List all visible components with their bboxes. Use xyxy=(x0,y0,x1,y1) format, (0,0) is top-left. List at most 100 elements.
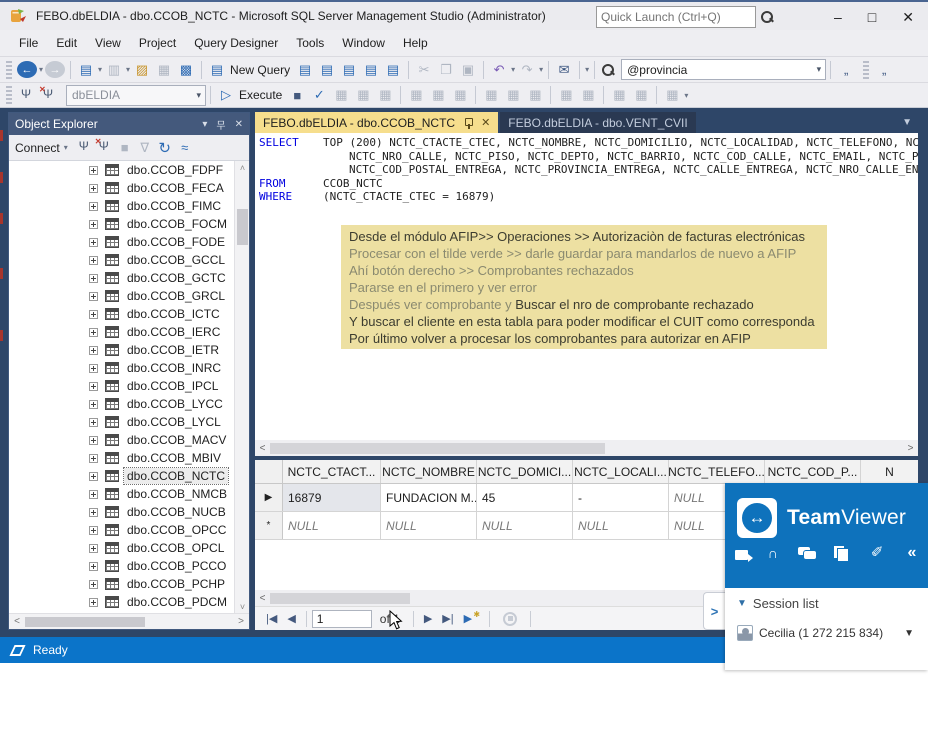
teamviewer-expander[interactable]: > xyxy=(703,592,725,630)
database-engine-query-icon[interactable]: ▤ xyxy=(295,60,315,80)
expand-plus-icon[interactable] xyxy=(89,202,98,211)
menu-tools[interactable]: Tools xyxy=(287,32,333,54)
column-header[interactable]: NCTC_NOMBRE xyxy=(381,460,477,483)
expand-plus-icon[interactable] xyxy=(89,580,98,589)
expand-plus-icon[interactable] xyxy=(89,490,98,499)
toolbar-overflow-icon[interactable]: „ xyxy=(874,60,894,80)
session-dropdown-icon[interactable]: ▼ xyxy=(904,628,914,639)
row-selector[interactable]: ▶ xyxy=(255,484,283,511)
expand-plus-icon[interactable] xyxy=(89,562,98,571)
quick-launch-box[interactable] xyxy=(596,6,756,28)
save-all-icon[interactable]: ▩ xyxy=(176,60,196,80)
paste-icon[interactable]: ▣ xyxy=(458,60,478,80)
pin-icon[interactable] xyxy=(464,117,473,129)
menu-query-designer[interactable]: Query Designer xyxy=(185,32,287,54)
stop-retrieval-button[interactable] xyxy=(503,612,517,626)
minimize-button[interactable]: – xyxy=(834,2,842,32)
expand-plus-icon[interactable] xyxy=(89,436,98,445)
live-query-stats-icon[interactable]: ▦ xyxy=(353,85,373,105)
change-connection-icon[interactable] xyxy=(39,85,59,105)
maximize-button[interactable]: □ xyxy=(868,2,876,32)
dmx-query-icon[interactable]: ▤ xyxy=(339,60,359,80)
row-selector[interactable]: * xyxy=(255,512,283,539)
scroll-up-icon[interactable]: ˄ xyxy=(235,161,250,176)
template-parameters-icon[interactable]: ✉ xyxy=(554,60,574,80)
table-cell[interactable]: 45 xyxy=(477,484,573,511)
scroll-left-icon[interactable]: < xyxy=(255,593,270,604)
connect-query-icon[interactable] xyxy=(17,85,37,105)
page-number-input[interactable]: 1 xyxy=(312,610,372,628)
save-icon[interactable]: ▦ xyxy=(154,60,174,80)
quick-launch-input[interactable] xyxy=(597,10,760,24)
filter-icon[interactable]: ∇ xyxy=(136,138,154,158)
find-icon[interactable] xyxy=(600,60,620,80)
include-actual-plan-icon[interactable]: ▦ xyxy=(428,85,448,105)
dax-query-icon[interactable]: ▤ xyxy=(383,60,403,80)
next-page-button[interactable]: ▶ xyxy=(424,612,432,625)
collapse-icon[interactable]: « xyxy=(902,545,922,561)
menu-file[interactable]: File xyxy=(10,32,47,54)
menu-edit[interactable]: Edit xyxy=(47,32,86,54)
copy-icon[interactable]: ❐ xyxy=(436,60,456,80)
menu-help[interactable]: Help xyxy=(394,32,437,54)
tab-ccob-nctc[interactable]: FEBO.dbELDIA - dbo.CCOB_NCTC ✕ xyxy=(255,112,498,133)
expand-plus-icon[interactable] xyxy=(89,364,98,373)
first-page-button[interactable]: |◀ xyxy=(266,612,277,625)
object-explorer-vscrollbar[interactable]: ˄ ˅ xyxy=(234,161,249,615)
tree-item-table[interactable]: dbo.CCOB_GRCL xyxy=(9,287,249,305)
comment-icon[interactable]: ▦ xyxy=(556,85,576,105)
session-user-row[interactable]: Cecilia (1 272 215 834) ▼ xyxy=(737,625,928,641)
tree-item-table[interactable]: dbo.CCOB_FODE xyxy=(9,233,249,251)
file-transfer-icon[interactable] xyxy=(832,545,852,561)
panel-close-icon[interactable]: ✕ xyxy=(235,119,243,130)
add-item-icon[interactable]: ▥ xyxy=(104,60,124,80)
tree-item-table[interactable]: dbo.CCOB_FIMC xyxy=(9,197,249,215)
table-cell[interactable]: FUNDACION M... xyxy=(381,484,477,511)
combo-dropdown-icon[interactable]: ▾ xyxy=(192,90,205,101)
menu-project[interactable]: Project xyxy=(130,32,185,54)
column-header[interactable]: NCTC_COD_P... xyxy=(765,460,861,483)
expand-plus-icon[interactable] xyxy=(89,220,98,229)
scrollbar-thumb[interactable] xyxy=(270,443,605,454)
expand-plus-icon[interactable] xyxy=(89,598,98,607)
expand-plus-icon[interactable] xyxy=(89,382,98,391)
scrollbar-thumb[interactable] xyxy=(270,593,410,604)
scrollbar-thumb[interactable] xyxy=(237,209,248,245)
tree-item-table[interactable]: dbo.CCOB_PCHP xyxy=(9,575,249,593)
tree-item-table[interactable]: dbo.CCOB_IETR xyxy=(9,341,249,359)
expand-plus-icon[interactable] xyxy=(89,274,98,283)
undo-dropdown-icon[interactable]: ▾ xyxy=(511,65,515,74)
uncomment-icon[interactable]: ▦ xyxy=(578,85,598,105)
close-button[interactable]: ✕ xyxy=(902,2,914,32)
execute-icon[interactable]: ▷ xyxy=(216,85,236,105)
oe-connect-icon[interactable] xyxy=(76,138,94,158)
table-cell[interactable]: 16879 xyxy=(283,484,381,511)
refresh-icon[interactable]: ↻ xyxy=(156,138,174,158)
toolbar-grip[interactable] xyxy=(6,86,12,104)
tree-item-table[interactable]: dbo.CCOB_GCCL xyxy=(9,251,249,269)
panel-dropdown-icon[interactable]: ▾ xyxy=(202,119,207,130)
parse-icon[interactable]: ✓ xyxy=(309,85,329,105)
cut-icon[interactable]: ✂ xyxy=(414,60,434,80)
tree-item-table[interactable]: dbo.CCOB_OPCC xyxy=(9,521,249,539)
intellisense-icon[interactable]: ▦ xyxy=(406,85,426,105)
expand-plus-icon[interactable] xyxy=(89,454,98,463)
expand-plus-icon[interactable] xyxy=(89,526,98,535)
new-query-icon[interactable]: ▤ xyxy=(207,60,227,80)
toolbar-overflow-icon[interactable]: „ xyxy=(836,60,856,80)
navigate-forward-icon[interactable]: → xyxy=(45,61,65,78)
expand-plus-icon[interactable] xyxy=(89,346,98,355)
tree-item-table[interactable]: dbo.CCOB_IPCL xyxy=(9,377,249,395)
database-combo[interactable]: dbELDIA ▾ xyxy=(66,85,206,106)
whiteboard-icon[interactable]: ✐ xyxy=(867,545,887,561)
expand-plus-icon[interactable] xyxy=(89,256,98,265)
prev-page-button[interactable]: ◀ xyxy=(287,612,295,625)
move-to-new-row-button[interactable]: ▶ xyxy=(464,612,472,625)
redo-dropdown-icon[interactable]: ▾ xyxy=(539,65,543,74)
outdent-icon[interactable]: ▦ xyxy=(609,85,629,105)
column-header[interactable]: NCTC_LOCALI... xyxy=(573,460,669,483)
object-explorer-titlebar[interactable]: Object Explorer ▾ 무 ✕ xyxy=(9,113,249,135)
column-header[interactable]: NCTC_DOMICI... xyxy=(477,460,573,483)
navigate-back-dropdown-icon[interactable]: ▾ xyxy=(39,65,43,74)
toolbar-options-icon[interactable]: ▾ xyxy=(684,91,688,100)
